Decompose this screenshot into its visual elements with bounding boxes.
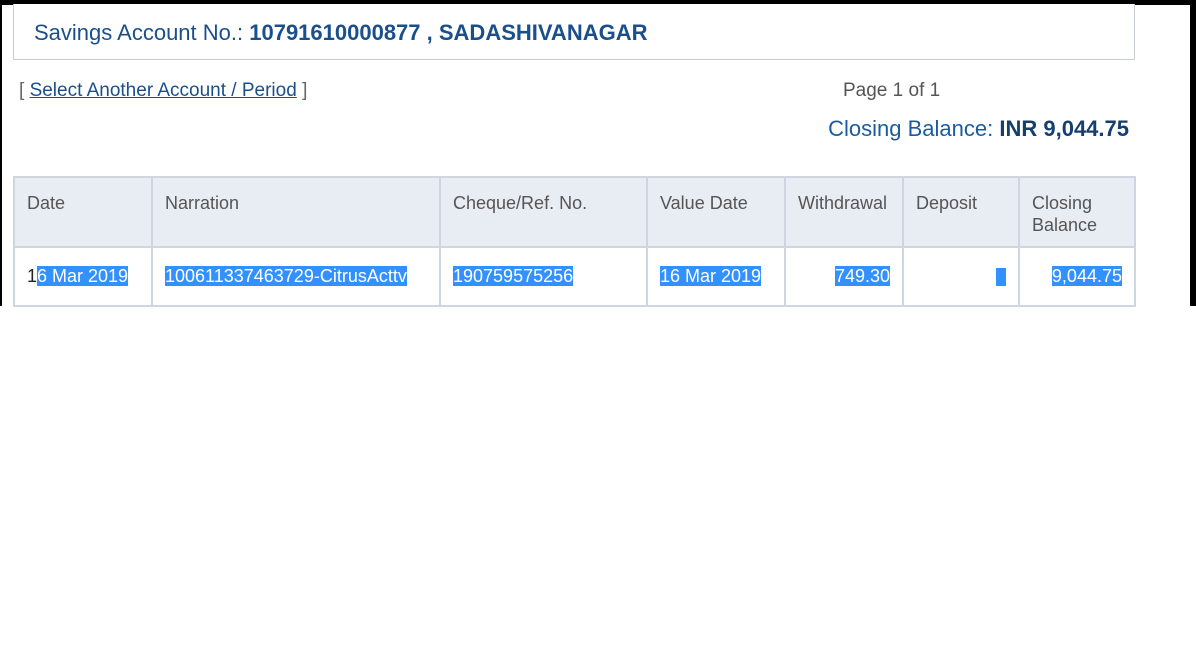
cell-date: 16 Mar 2019 [13, 246, 153, 307]
header-narration: Narration [151, 176, 441, 248]
select-another-account-link[interactable]: Select Another Account / Period [30, 80, 297, 101]
cell-cheque-ref-text: 190759575256 [453, 266, 574, 286]
account-title: Savings Account No.: 10791610000877 , SA… [34, 20, 647, 46]
cell-withdrawal-text: 749.30 [834, 266, 890, 286]
cell-date-first: 1 [27, 266, 38, 286]
cell-cheque-ref: 190759575256 [439, 246, 648, 307]
header-closing-balance: Closing Balance [1018, 176, 1136, 248]
account-branch: SADASHIVANAGAR [438, 20, 648, 45]
cell-deposit [902, 246, 1020, 307]
header-value-date: Value Date [646, 176, 786, 248]
account-header-box: Savings Account No.: 10791610000877 , SA… [13, 4, 1135, 60]
account-number: 10791610000877 [249, 20, 421, 45]
transactions-table: Date Narration Cheque/Ref. No. Value Dat… [13, 176, 1136, 307]
cell-narration-text: 100611337463729-CitrusActtv [165, 266, 407, 286]
cell-closing-balance: 9,044.75 [1018, 246, 1136, 307]
account-separator: , [420, 20, 439, 45]
account-label: Savings Account No.: [34, 20, 250, 45]
cell-value-date: 16 Mar 2019 [646, 246, 786, 307]
bracket-close: ] [296, 80, 308, 101]
window-right-border [1190, 0, 1196, 306]
cell-withdrawal: 749.30 [784, 246, 904, 307]
page-indicator: Page 1 of 1 [843, 80, 941, 101]
cell-narration: 100611337463729-CitrusActtv [151, 246, 441, 307]
closing-balance-value: INR 9,044.75 [999, 116, 1129, 141]
closing-balance-summary: Closing Balance: INR 9,044.75 [828, 116, 1129, 142]
table-row: 16 Mar 2019 100611337463729-CitrusActtv … [13, 246, 1136, 307]
cell-date-rest: 6 Mar 2019 [37, 266, 129, 286]
cell-deposit-text [996, 268, 1006, 287]
table-header-row: Date Narration Cheque/Ref. No. Value Dat… [13, 176, 1136, 248]
cell-closing-balance-text: 9,044.75 [1051, 266, 1122, 286]
select-account-nav: [ Select Another Account / Period ] [19, 80, 307, 102]
header-deposit: Deposit [902, 176, 1020, 248]
closing-balance-label: Closing Balance: [828, 116, 1000, 141]
bracket-open: [ [19, 80, 30, 101]
header-cheque-ref: Cheque/Ref. No. [439, 176, 648, 248]
header-date: Date [13, 176, 153, 248]
cell-value-date-text: 16 Mar 2019 [660, 266, 762, 286]
window-left-border [0, 0, 2, 306]
header-withdrawal: Withdrawal [784, 176, 904, 248]
